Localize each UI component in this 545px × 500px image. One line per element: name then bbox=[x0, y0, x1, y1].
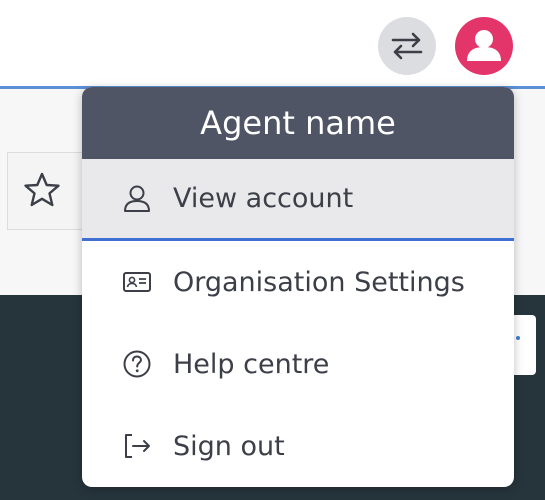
user-icon bbox=[124, 185, 150, 212]
menu-title: Agent name bbox=[82, 87, 514, 159]
help-circle-icon bbox=[123, 350, 151, 378]
menu-item-view-account[interactable]: View account bbox=[82, 159, 514, 241]
user-avatar-icon bbox=[467, 30, 501, 61]
menu-item-sign-out[interactable]: Sign out bbox=[82, 405, 514, 487]
menu-item-label: Sign out bbox=[173, 430, 285, 462]
menu-item-organisation-settings[interactable]: Organisation Settings bbox=[82, 241, 514, 323]
sign-out-icon bbox=[125, 434, 150, 458]
user-menu-button[interactable] bbox=[455, 17, 513, 75]
star-icon[interactable] bbox=[22, 170, 62, 210]
menu-item-label: View account bbox=[173, 183, 354, 214]
side-card-indicator bbox=[516, 336, 520, 340]
swap-arrows-icon bbox=[391, 32, 423, 60]
id-card-icon bbox=[123, 272, 151, 292]
menu-item-label: Organisation Settings bbox=[173, 266, 465, 298]
switch-account-button[interactable] bbox=[378, 17, 436, 75]
user-dropdown-menu: Agent name View account Organisation Set… bbox=[82, 87, 514, 487]
menu-item-label: Help centre bbox=[173, 348, 330, 380]
menu-item-help-centre[interactable]: Help centre bbox=[82, 323, 514, 405]
